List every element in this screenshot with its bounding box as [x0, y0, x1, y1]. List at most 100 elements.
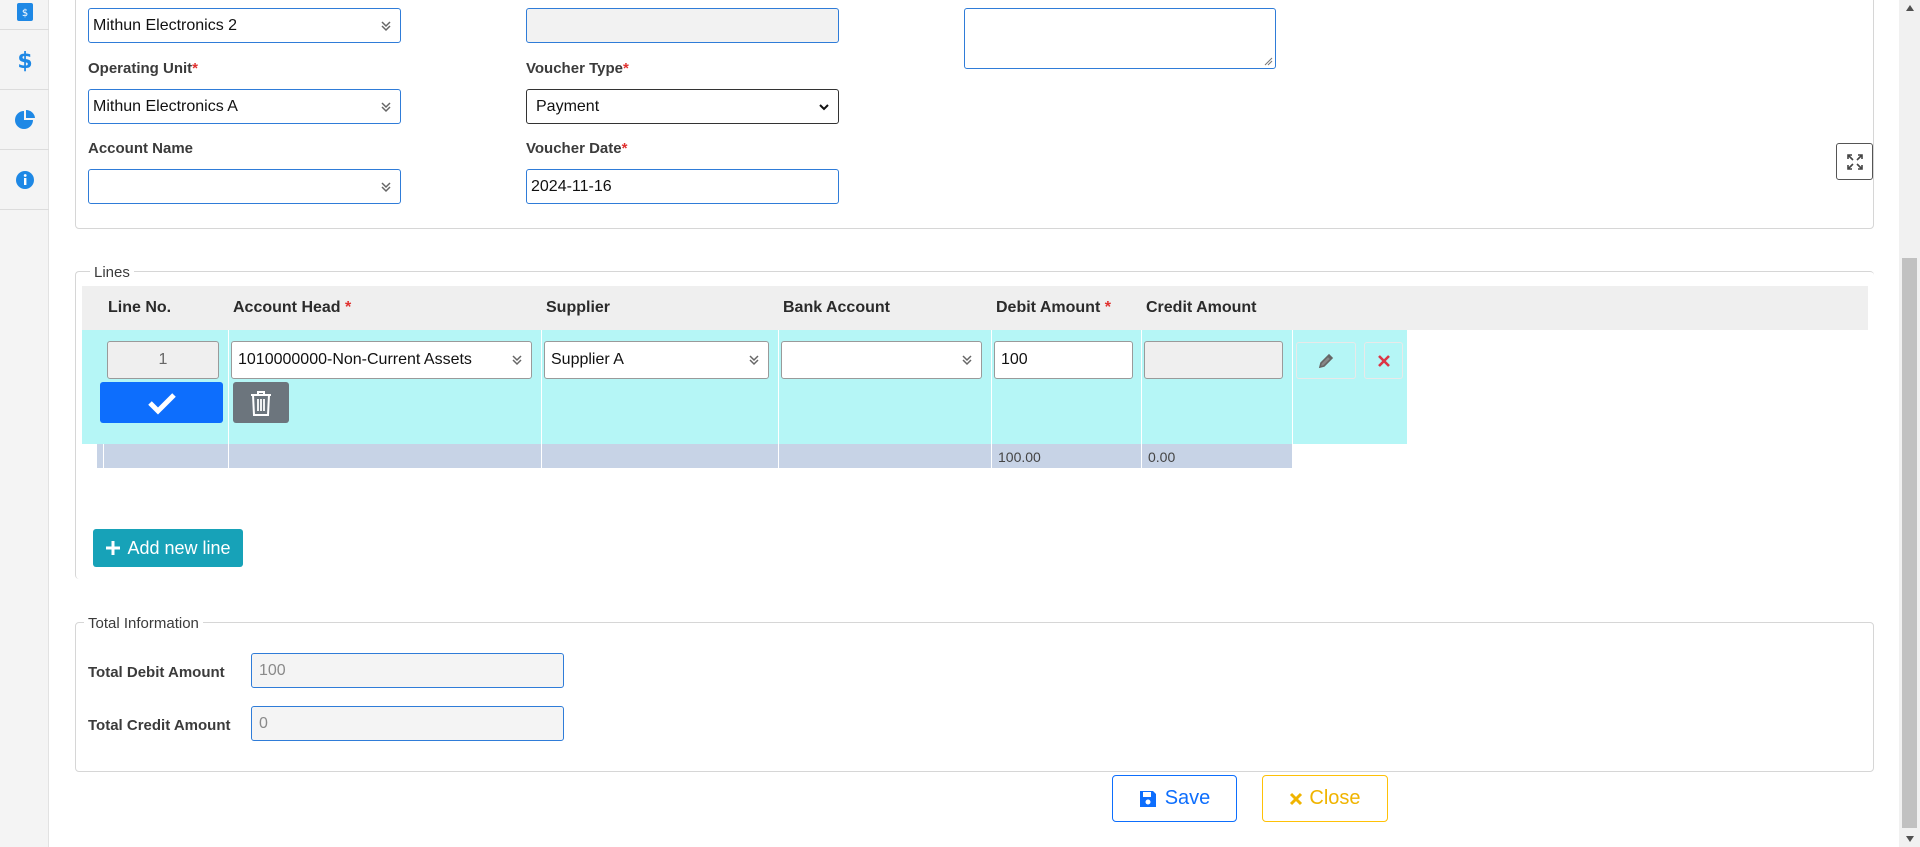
total-debit-label: Total Debit Amount	[88, 664, 225, 681]
total-info-section	[75, 622, 1874, 772]
col-divider	[1141, 330, 1142, 444]
pie-chart-icon	[14, 109, 35, 129]
chevron-double-down-icon	[962, 355, 972, 366]
scroll-down-arrow[interactable]	[1899, 831, 1920, 847]
supplier-value: Supplier A	[551, 351, 624, 368]
col-divider	[228, 330, 229, 444]
remarks-textarea[interactable]	[964, 8, 1276, 69]
left-sidebar: $ $	[0, 0, 49, 847]
debit-amount-value: 100	[1001, 351, 1028, 368]
supplier-select[interactable]: Supplier A	[544, 341, 769, 379]
col-divider	[1292, 330, 1293, 444]
col-divider	[541, 330, 542, 444]
chevron-double-down-icon	[749, 355, 759, 366]
close-x-icon	[1377, 354, 1390, 367]
voucher-type-label: Voucher Type*	[526, 60, 629, 77]
chevron-double-down-icon	[381, 101, 391, 112]
voucher-date-value: 2024-11-16	[531, 177, 612, 195]
summary-row	[97, 444, 1292, 468]
voucher-type-value: Payment	[536, 97, 600, 115]
col-divider	[228, 444, 229, 468]
triangle-down-icon	[1905, 836, 1914, 842]
account-name-select[interactable]	[88, 169, 401, 204]
chevron-down-icon	[819, 103, 829, 110]
voucher-type-select[interactable]: Payment	[526, 89, 839, 124]
close-label: Close	[1309, 787, 1361, 809]
company-value: Mithun Electronics 2	[93, 16, 238, 34]
scroll-up-arrow[interactable]	[1899, 0, 1920, 16]
voucher-date-label: Voucher Date*	[526, 140, 628, 157]
expand-button[interactable]	[1836, 143, 1873, 180]
expand-icon	[1846, 153, 1863, 170]
col-bank-account: Bank Account	[783, 299, 890, 316]
line-no-input[interactable]: 1	[107, 341, 219, 379]
edit-line-button[interactable]	[1296, 342, 1356, 379]
floppy-disk-icon	[1139, 790, 1156, 807]
col-divider	[991, 444, 992, 468]
blank-readonly-field	[526, 8, 839, 43]
total-credit-value: 0	[259, 714, 268, 732]
debit-amount-input[interactable]: 100	[994, 341, 1133, 379]
sidebar-item-reports[interactable]	[0, 91, 49, 150]
company-select[interactable]: Mithun Electronics 2	[88, 8, 401, 43]
voucher-date-input[interactable]: 2024-11-16	[526, 169, 839, 204]
account-head-value: 1010000000-Non-Current Assets	[238, 351, 472, 368]
col-divider	[1141, 444, 1142, 468]
dollar-doc-icon: $	[16, 3, 33, 21]
col-debit-amount: Debit Amount *	[996, 299, 1111, 316]
triangle-up-icon	[1905, 5, 1914, 11]
operating-unit-label: Operating Unit*	[88, 60, 199, 77]
col-supplier: Supplier	[546, 299, 611, 316]
remove-line-button[interactable]	[1364, 342, 1403, 379]
scroll-thumb[interactable]	[1902, 258, 1917, 828]
add-new-line-label: Add new line	[127, 537, 231, 558]
col-account-head: Account Head *	[233, 299, 352, 316]
sidebar-item-info[interactable]	[0, 151, 49, 210]
add-new-line-button[interactable]: Add new line	[93, 529, 243, 567]
plus-icon	[106, 541, 121, 555]
svg-text:$: $	[21, 8, 27, 19]
chevron-double-down-icon	[381, 20, 391, 31]
bank-account-select[interactable]	[781, 341, 982, 379]
account-head-select[interactable]: 1010000000-Non-Current Assets	[231, 341, 532, 379]
chevron-double-down-icon	[512, 355, 522, 366]
lines-legend: Lines	[90, 264, 134, 281]
total-debit-value: 100	[259, 661, 286, 679]
operating-unit-value: Mithun Electronics A	[93, 97, 238, 115]
save-button[interactable]: Save	[1112, 775, 1237, 822]
dollar-icon: $	[18, 49, 32, 72]
total-info-legend: Total Information	[84, 615, 203, 632]
debit-total: 100.00	[998, 449, 1041, 465]
col-divider	[541, 444, 542, 468]
line-no-value: 1	[158, 351, 168, 368]
page-scrollbar[interactable]	[1899, 0, 1920, 847]
account-name-label: Account Name	[88, 140, 194, 157]
resize-handle-icon	[1264, 57, 1273, 66]
total-credit-field: 0	[251, 706, 564, 741]
operating-unit-select[interactable]: Mithun Electronics A	[88, 89, 401, 124]
col-divider	[103, 444, 104, 468]
sidebar-item-finance[interactable]: $	[0, 31, 49, 90]
confirm-line-button[interactable]	[100, 382, 223, 423]
total-credit-label: Total Credit Amount	[88, 717, 231, 734]
times-icon	[1290, 792, 1303, 805]
svg-text:$: $	[18, 49, 32, 72]
sidebar-item-voucher[interactable]: $	[0, 0, 49, 30]
check-icon	[147, 392, 176, 415]
trash-icon	[251, 390, 271, 416]
delete-line-button[interactable]	[233, 382, 289, 423]
chevron-double-down-icon	[381, 181, 391, 192]
save-label: Save	[1164, 787, 1211, 809]
info-icon	[15, 171, 34, 189]
total-debit-field: 100	[251, 653, 564, 688]
close-button[interactable]: Close	[1262, 775, 1388, 822]
col-divider	[778, 444, 779, 468]
pencil-icon	[1318, 353, 1334, 368]
col-line-no: Line No.	[108, 299, 172, 316]
col-divider	[778, 330, 779, 444]
col-divider	[991, 330, 992, 444]
lines-table-header: Line No. Account Head * Supplier Bank Ac…	[82, 286, 1868, 330]
col-credit-amount: Credit Amount	[1146, 299, 1257, 316]
credit-amount-input[interactable]	[1144, 341, 1283, 379]
row-indicator	[82, 330, 97, 444]
